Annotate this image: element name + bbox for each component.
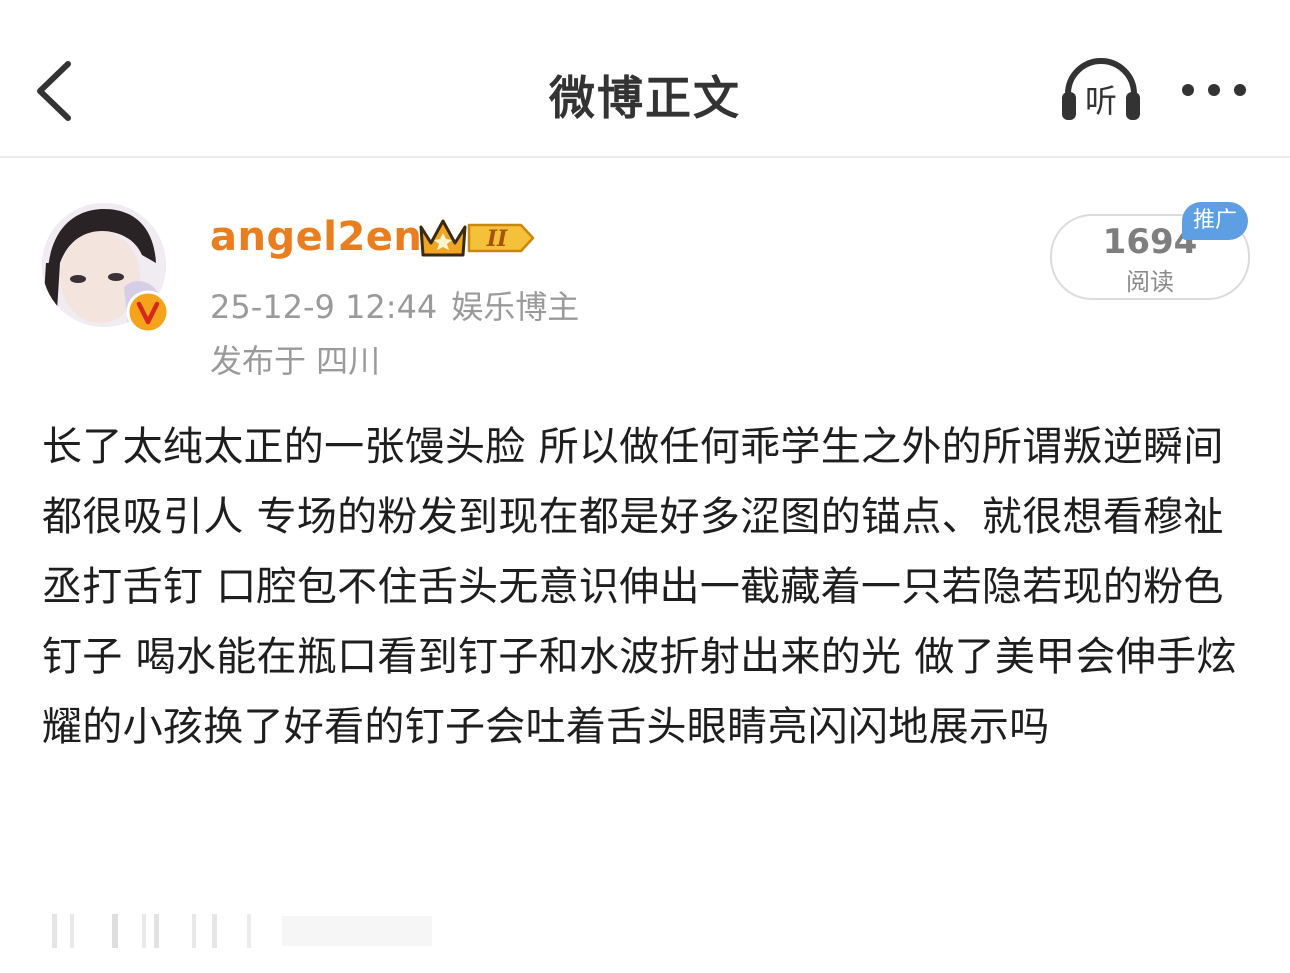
listen-button[interactable]: 听 (1058, 56, 1144, 124)
vip-badge[interactable]: II (417, 215, 537, 261)
listen-label: 听 (1085, 82, 1117, 120)
post-meta: 25-12-9 12:44 娱乐博主 (210, 282, 579, 328)
headphones-icon: 听 (1062, 58, 1140, 120)
post-location: 发布于 四川 (210, 342, 381, 380)
post-body: 长了太纯太正的一张馒头脸 所以做任何乖学生之外的所谓叛逆瞬间都很吸引人 专场的粉… (42, 424, 1237, 750)
promo-badge[interactable]: 推广 (1182, 202, 1248, 240)
verified-v-icon (126, 290, 170, 334)
nav-bar: 微博正文 听 (0, 0, 1290, 158)
author-category: 娱乐博主 (451, 288, 580, 326)
username[interactable]: angel2en (210, 214, 422, 260)
verified-badge (126, 290, 170, 334)
read-label: 阅读 (1126, 268, 1174, 296)
more-button[interactable] (1178, 78, 1250, 102)
vip-level: II (486, 226, 508, 252)
post-time: 25-12-9 12:44 (210, 288, 438, 326)
faded-content-strip (42, 910, 442, 950)
ellipsis-icon (1182, 84, 1246, 96)
vip-crown-icon: II (419, 219, 535, 257)
